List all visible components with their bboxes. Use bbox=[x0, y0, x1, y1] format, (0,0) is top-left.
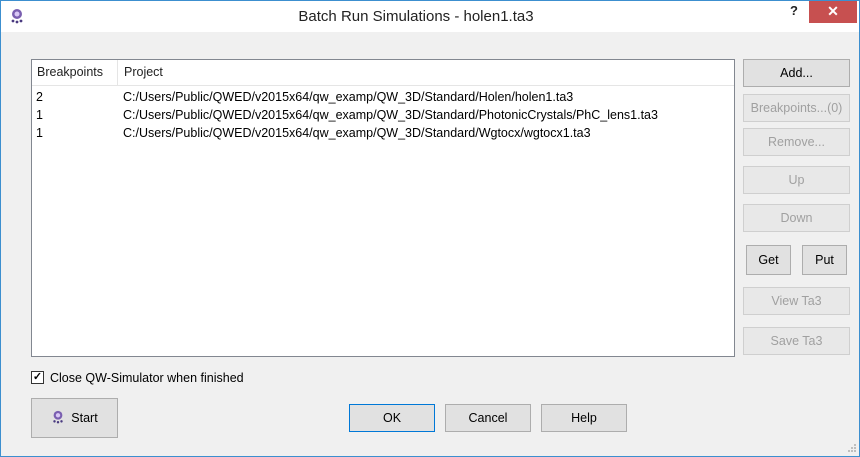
up-button[interactable]: Up bbox=[743, 166, 850, 194]
get-button[interactable]: Get bbox=[746, 245, 791, 275]
title-bar[interactable]: Batch Run Simulations - holen1.ta3 ? ✕ bbox=[1, 1, 859, 32]
batch-run-dialog: Batch Run Simulations - holen1.ta3 ? ✕ B… bbox=[0, 0, 860, 457]
down-button[interactable]: Down bbox=[743, 204, 850, 232]
row-breakpoints: 2 bbox=[36, 90, 43, 104]
view-ta3-button[interactable]: View Ta3 bbox=[743, 287, 850, 315]
start-button[interactable]: Start bbox=[31, 398, 118, 438]
start-label: Start bbox=[71, 411, 98, 425]
remove-button[interactable]: Remove... bbox=[743, 128, 850, 156]
add-button[interactable]: Add... bbox=[743, 59, 850, 87]
row-breakpoints: 1 bbox=[36, 126, 43, 140]
resize-grip-icon[interactable] bbox=[847, 443, 857, 453]
close-button[interactable]: ✕ bbox=[809, 1, 857, 23]
table-row[interactable]: 1 C:/Users/Public/QWED/v2015x64/qw_examp… bbox=[32, 125, 734, 141]
table-row[interactable]: 1 C:/Users/Public/QWED/v2015x64/qw_examp… bbox=[32, 107, 734, 123]
row-project: C:/Users/Public/QWED/v2015x64/qw_examp/Q… bbox=[123, 126, 591, 140]
list-header: Breakpoints Project bbox=[32, 60, 734, 86]
window-title: Batch Run Simulations - holen1.ta3 bbox=[298, 8, 534, 25]
cancel-button[interactable]: Cancel bbox=[445, 404, 531, 432]
close-simulator-label: Close QW-Simulator when finished bbox=[50, 371, 244, 385]
row-project: C:/Users/Public/QWED/v2015x64/qw_examp/Q… bbox=[123, 108, 658, 122]
close-icon: ✕ bbox=[827, 3, 839, 19]
column-header-breakpoints[interactable]: Breakpoints bbox=[32, 60, 118, 85]
save-ta3-button[interactable]: Save Ta3 bbox=[743, 327, 850, 355]
breakpoints-button[interactable]: Breakpoints...(0) bbox=[743, 94, 850, 122]
qw-simulator-icon bbox=[53, 410, 64, 424]
row-project: C:/Users/Public/QWED/v2015x64/qw_examp/Q… bbox=[123, 90, 574, 104]
column-header-project[interactable]: Project bbox=[119, 60, 734, 85]
help-title-button[interactable]: ? bbox=[779, 1, 809, 23]
row-breakpoints: 1 bbox=[36, 108, 43, 122]
project-list[interactable]: Breakpoints Project 2 C:/Users/Public/QW… bbox=[31, 59, 735, 357]
help-button[interactable]: Help bbox=[541, 404, 627, 432]
put-button[interactable]: Put bbox=[802, 245, 847, 275]
ok-button[interactable]: OK bbox=[349, 404, 435, 432]
close-simulator-checkbox[interactable]: ✓ bbox=[31, 371, 44, 384]
table-row[interactable]: 2 C:/Users/Public/QWED/v2015x64/qw_examp… bbox=[32, 89, 734, 105]
